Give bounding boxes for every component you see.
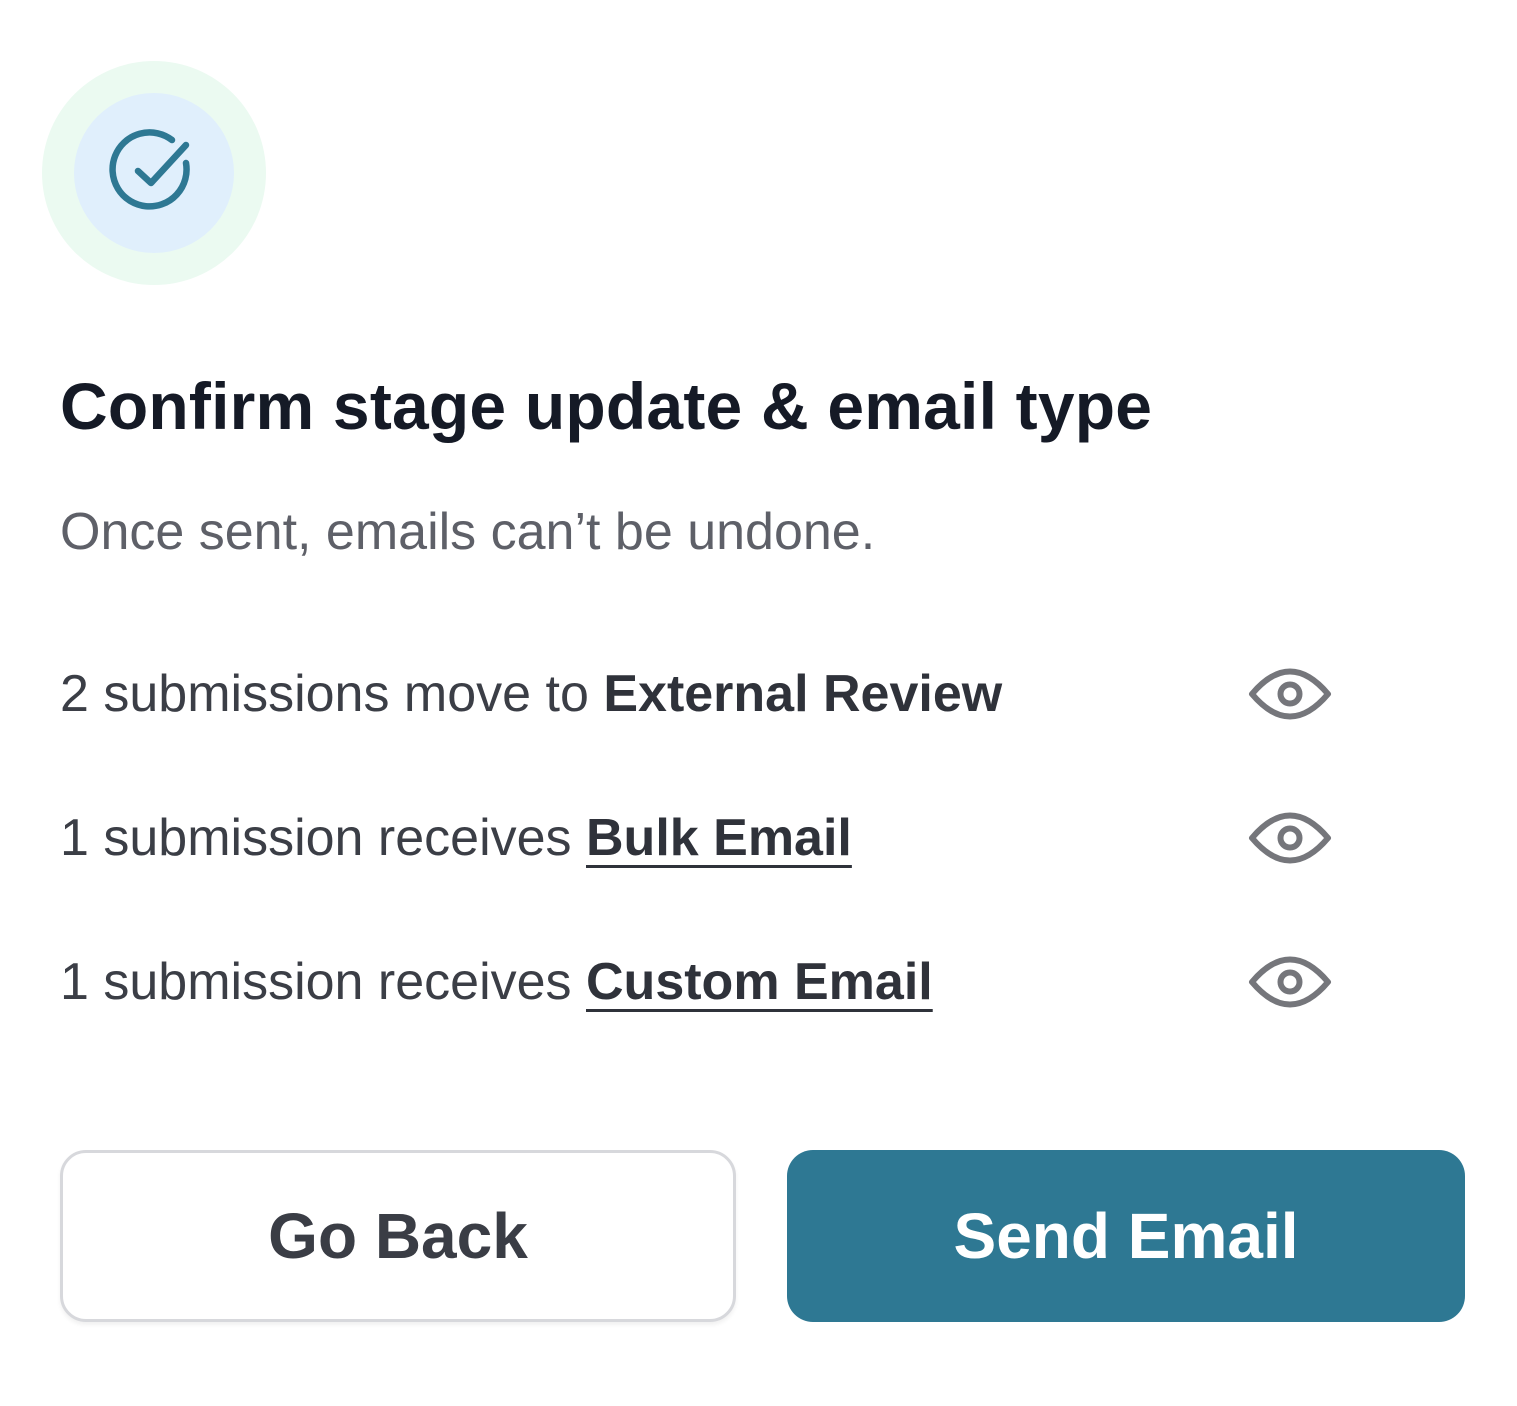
summary-row-prefix: 2 submissions move to (60, 665, 604, 723)
custom-email-link[interactable]: Custom Email (586, 953, 933, 1011)
confirm-dialog: Confirm stage update & email type Once s… (0, 0, 1517, 1406)
eye-icon (1249, 812, 1331, 864)
stage-name: External Review (603, 665, 1003, 723)
summary-row-custom-email: 1 submission receives Custom Email (60, 942, 1340, 1022)
bulk-email-link[interactable]: Bulk Email (586, 809, 852, 867)
send-email-button[interactable]: Send Email (787, 1150, 1465, 1322)
status-icon-halo (42, 61, 266, 285)
dialog-title: Confirm stage update & email type (60, 369, 1153, 443)
check-circle-icon (109, 129, 190, 210)
summary-row-text: 1 submission receives Custom Email (60, 942, 933, 1022)
preview-custom-email-button[interactable] (1246, 942, 1334, 1022)
summary-row-prefix: 1 submission receives (60, 809, 586, 867)
status-icon-circle (74, 93, 234, 253)
preview-stage-button[interactable] (1246, 654, 1334, 734)
dialog-subtitle: Once sent, emails can’t be undone. (60, 503, 876, 561)
summary-row-prefix: 1 submission receives (60, 953, 586, 1011)
summary-row-bulk-email: 1 submission receives Bulk Email (60, 798, 1340, 878)
summary-row-text: 2 submissions move to External Review (60, 654, 1002, 734)
summary-row-stage-move: 2 submissions move to External Review (60, 654, 1340, 734)
eye-icon (1249, 668, 1331, 720)
eye-icon (1249, 956, 1331, 1008)
summary-row-text: 1 submission receives Bulk Email (60, 798, 852, 878)
preview-bulk-email-button[interactable] (1246, 798, 1334, 878)
go-back-button[interactable]: Go Back (60, 1150, 736, 1322)
